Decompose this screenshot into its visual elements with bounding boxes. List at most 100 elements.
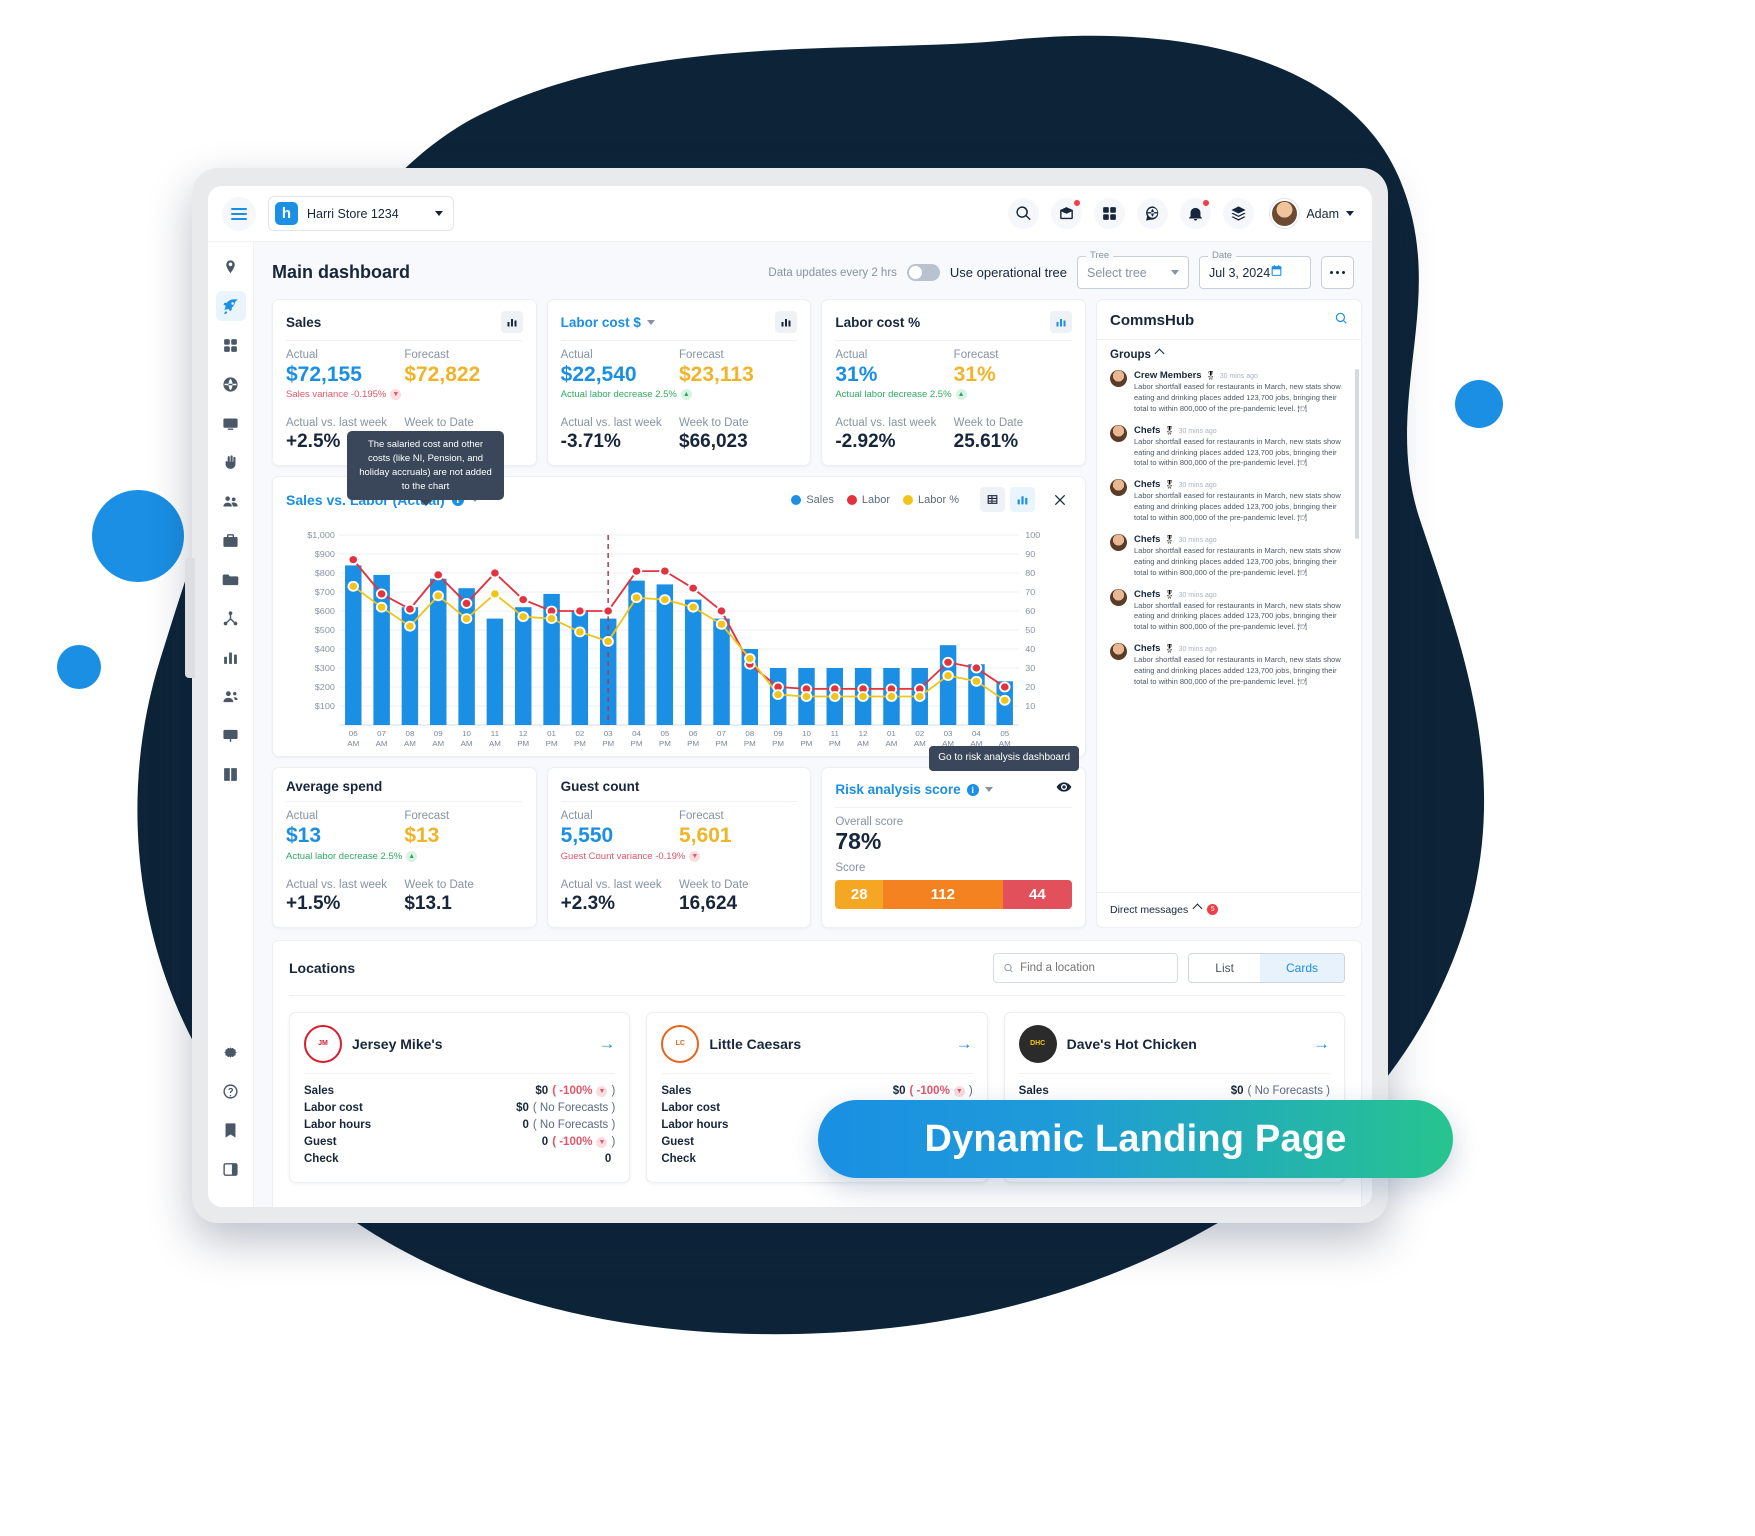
apps-grid-icon[interactable] (1094, 198, 1126, 229)
message-header: Chefs 🎖 30 mins ago (1134, 534, 1349, 545)
kpi-card-risk-analysis[interactable]: Go to risk analysis dashboard Risk analy… (821, 746, 1087, 928)
sidebar-item-modules[interactable] (216, 330, 246, 360)
kpi-card-labor-percent[interactable]: Labor cost % Actual Forecast 31% 31% Act… (821, 299, 1087, 467)
tree-select[interactable]: Tree Select tree (1077, 250, 1189, 289)
operational-tree-toggle[interactable] (906, 264, 940, 281)
kpi-title: Risk analysis score (835, 782, 961, 798)
metric-value: $0( No Forecasts ) (1231, 1085, 1330, 1097)
sidebar-bottom-group (216, 1037, 246, 1207)
store-selector[interactable]: h Harri Store 1234 (268, 196, 454, 231)
chart-toggle-icon[interactable] (1050, 311, 1073, 333)
chart-toggle-icon[interactable] (775, 311, 798, 333)
kpi-card-guest-count[interactable]: Guest count Actual Forecast 5,550 5,601 … (546, 767, 812, 928)
sidebar-item-folder[interactable] (216, 564, 246, 594)
bell-icon[interactable] (1180, 198, 1212, 229)
trend-down-icon: ▼ (596, 1136, 608, 1148)
menu-toggle-button[interactable] (222, 196, 256, 231)
sidebar-item-dashboard[interactable] (215, 291, 246, 321)
x-axis-tick: 08 (745, 730, 754, 739)
legend-item-labor-percent[interactable]: Labor % (903, 494, 959, 506)
eye-icon[interactable] (1056, 779, 1072, 800)
kpi-card-labor-cost[interactable]: Labor cost $ Actual Forecast $22,540 $23… (546, 299, 812, 467)
table-view-button[interactable] (980, 487, 1005, 513)
message-body: Chefs 🎖 30 mins ago Labor shortfall eased f… (1134, 425, 1349, 470)
kpi-values-grid: Actual Forecast 5,550 5,601 (561, 802, 798, 848)
kpi-values-grid: Actual Forecast $72,155 $72,822 (286, 341, 523, 387)
location-card[interactable]: JM Jersey Mike's → Sales $0( -100% ▼) Labor co… (289, 1011, 631, 1183)
inbox-icon[interactable] (1051, 198, 1083, 229)
direct-messages-toggle[interactable]: Direct messages 5 (1097, 891, 1361, 927)
sidebar-item-team[interactable] (216, 486, 246, 516)
commshub-message-list[interactable]: Crew Members 🎖 30 mins ago Labor shortfall … (1097, 365, 1361, 892)
avatar (1110, 533, 1127, 551)
arrow-right-icon[interactable]: → (598, 1034, 615, 1054)
view-cards-button[interactable]: Cards (1259, 953, 1344, 982)
kpi-card-header: Average spend (286, 779, 523, 803)
risk-segment-high[interactable]: 44 (1002, 880, 1073, 910)
x-axis-tick: 05 (1000, 730, 1009, 739)
risk-segment-low[interactable]: 28 (835, 880, 884, 910)
kpi-variance-text: Sales variance -0.195% (286, 389, 387, 401)
date-picker[interactable]: Date Jul 3, 2024 (1199, 250, 1311, 289)
help-icon[interactable] (216, 1076, 246, 1106)
bookmark-icon[interactable] (216, 1115, 246, 1145)
y-axis-tick: $500 (315, 626, 335, 636)
kpi-card-average-spend[interactable]: Average spend Actual Forecast $13 $13 Ac… (272, 767, 537, 928)
chart-toggle-icon[interactable] (500, 311, 523, 333)
chart-svg: $1,000 $900 $800 $700 $600 $500 $400 $300 $200 $1… (307, 531, 1040, 749)
chart-data-point (576, 628, 584, 636)
sidebar-item-reports[interactable] (216, 642, 246, 672)
chart-view-button[interactable] (1010, 487, 1035, 513)
globe-chat-icon[interactable] (1137, 198, 1169, 229)
user-menu[interactable]: Adam (1270, 199, 1354, 228)
metric-note: ( -100% (552, 1085, 593, 1098)
sidebar-item-hand[interactable] (216, 447, 246, 477)
sidebar-item-location[interactable] (216, 252, 246, 282)
list-item[interactable]: Chefs 🎖 30 mins ago Labor shortfall eased f… (1110, 638, 1355, 693)
list-item[interactable]: Chefs 🎖 30 mins ago Labor shortfall eased f… (1110, 529, 1355, 584)
chart-data-point (689, 584, 697, 593)
risk-segment-medium[interactable]: 112 (883, 880, 1003, 910)
sidebar-item-book[interactable] (216, 759, 246, 789)
chevron-down-icon[interactable] (984, 787, 993, 793)
kpi-vs-value: -3.71% (560, 431, 621, 453)
x-axis-tick: AM (376, 740, 388, 749)
collapse-panel-icon[interactable] (216, 1154, 246, 1184)
search-icon[interactable] (1008, 198, 1040, 229)
brand-logo-icon: LC (661, 1024, 700, 1063)
sidebar-item-presentation[interactable] (216, 720, 246, 750)
list-item[interactable]: Chefs 🎖 30 mins ago Labor shortfall eased f… (1110, 584, 1355, 639)
search-input[interactable] (1020, 961, 1169, 974)
legend-item-labor[interactable]: Labor (846, 494, 890, 506)
metric-number: $0 (516, 1102, 529, 1115)
legend-label: Labor % (918, 493, 959, 506)
chart-data-point (830, 693, 839, 701)
more-options-button[interactable] (1321, 256, 1354, 289)
gear-icon[interactable] (216, 1037, 246, 1067)
sidebar-item-briefcase[interactable] (216, 525, 246, 555)
kpi-variance: Guest Count variance -0.19% ▼ (561, 850, 798, 862)
chevron-down-icon[interactable] (646, 319, 655, 325)
arrow-right-icon[interactable]: → (956, 1034, 973, 1054)
search-icon[interactable] (1334, 311, 1348, 330)
list-item[interactable]: Chefs 🎖 30 mins ago Labor shortfall eased f… (1110, 474, 1355, 529)
kpi-card-header: Sales (286, 311, 523, 341)
y-axis-tick: $200 (315, 683, 335, 693)
arrow-right-icon[interactable]: → (1313, 1034, 1330, 1054)
info-icon[interactable]: i (966, 783, 979, 796)
avatar (1110, 588, 1127, 606)
location-search[interactable] (993, 952, 1179, 983)
sidebar-item-people[interactable] (216, 681, 246, 711)
sidebar-item-tv[interactable] (216, 408, 246, 438)
layers-icon[interactable] (1223, 198, 1255, 229)
list-item[interactable]: Crew Members 🎖 30 mins ago Labor shortfall … (1110, 365, 1355, 420)
legend-label: Sales (806, 493, 834, 506)
legend-item-sales[interactable]: Sales (791, 494, 834, 506)
view-list-button[interactable]: List (1189, 953, 1260, 982)
list-item[interactable]: Chefs 🎖 30 mins ago Labor shortfall eased f… (1110, 420, 1355, 475)
sidebar-item-globe[interactable] (216, 369, 246, 399)
close-icon[interactable] (1048, 488, 1072, 512)
sidebar-item-network[interactable] (216, 603, 246, 633)
scrollbar[interactable] (1355, 369, 1359, 539)
commshub-groups-toggle[interactable]: Groups (1097, 340, 1361, 365)
